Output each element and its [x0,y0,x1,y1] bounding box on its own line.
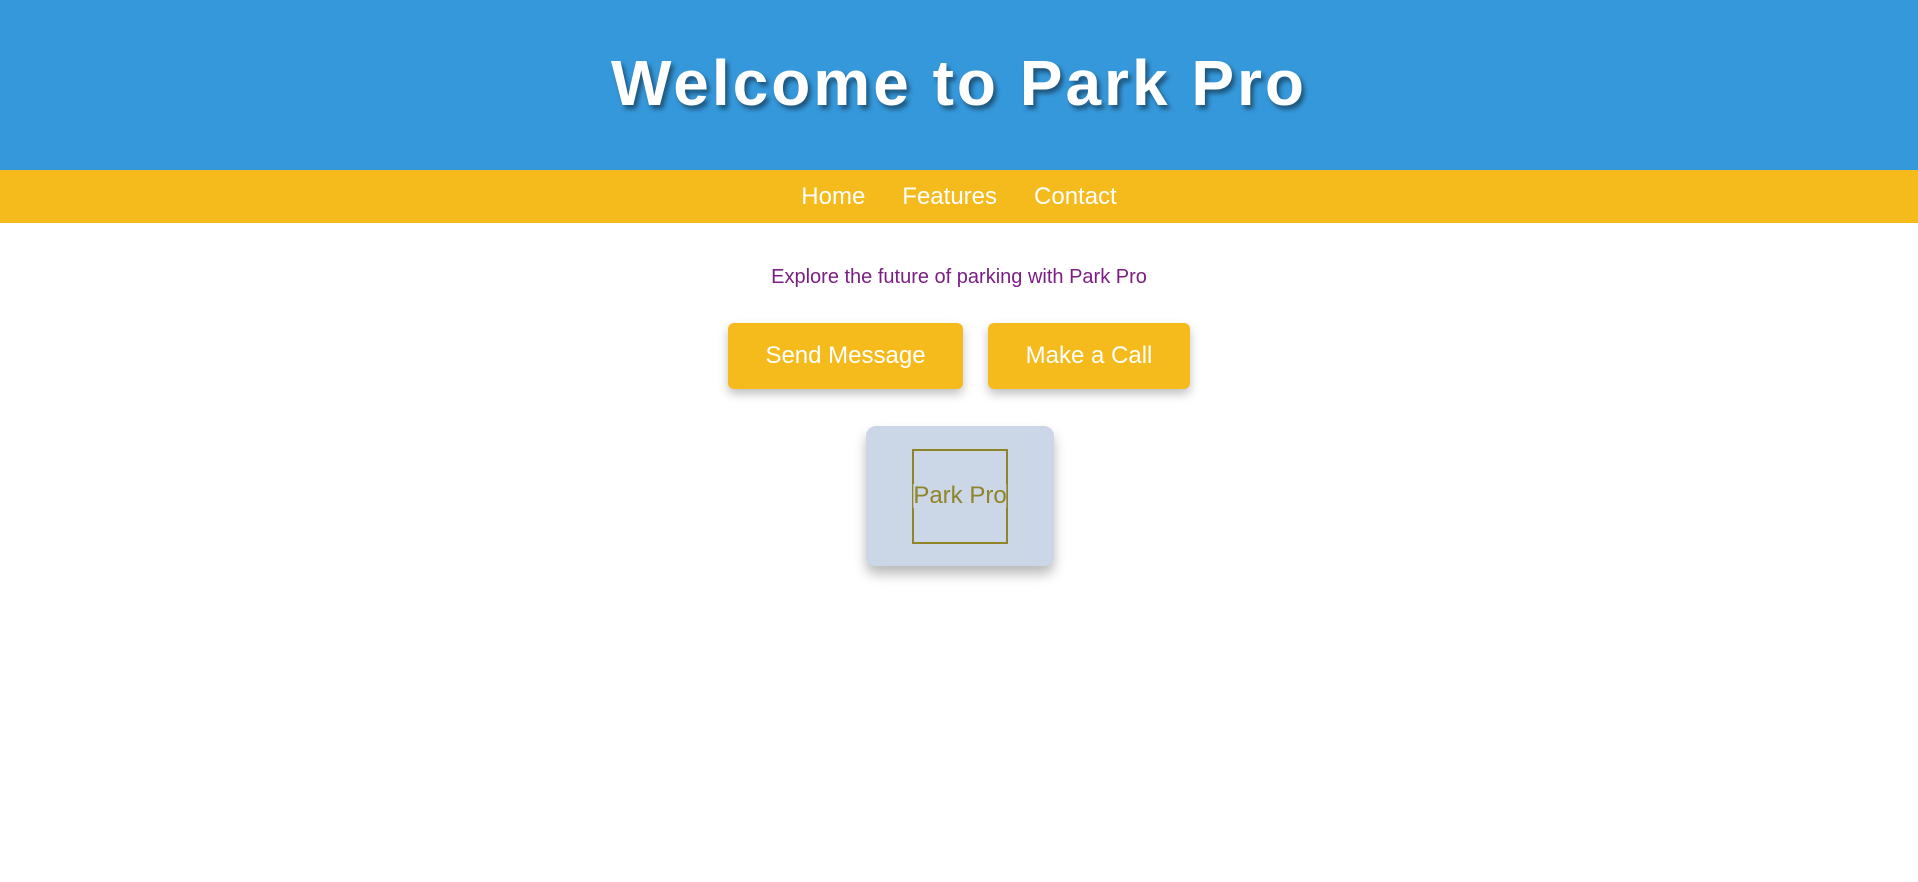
logo-card: Park Pro [866,426,1054,566]
logo-text: Park Pro [913,482,1007,509]
nav-link-home[interactable]: Home [801,183,865,211]
page-title: Welcome to Park Pro [610,47,1308,119]
nav-link-features[interactable]: Features [902,183,997,211]
send-message-button[interactable]: Send Message [728,323,963,389]
site-header: Welcome to Park Pro [0,0,1918,170]
tagline: Explore the future of parking with Park … [771,266,1147,288]
make-call-button[interactable]: Make a Call [988,323,1190,389]
action-buttons: Send Message Make a Call [0,323,1918,389]
main-nav: Home Features Contact [0,170,1918,223]
park-pro-logo: Park Pro [912,448,1008,544]
nav-link-contact[interactable]: Contact [1034,183,1117,211]
